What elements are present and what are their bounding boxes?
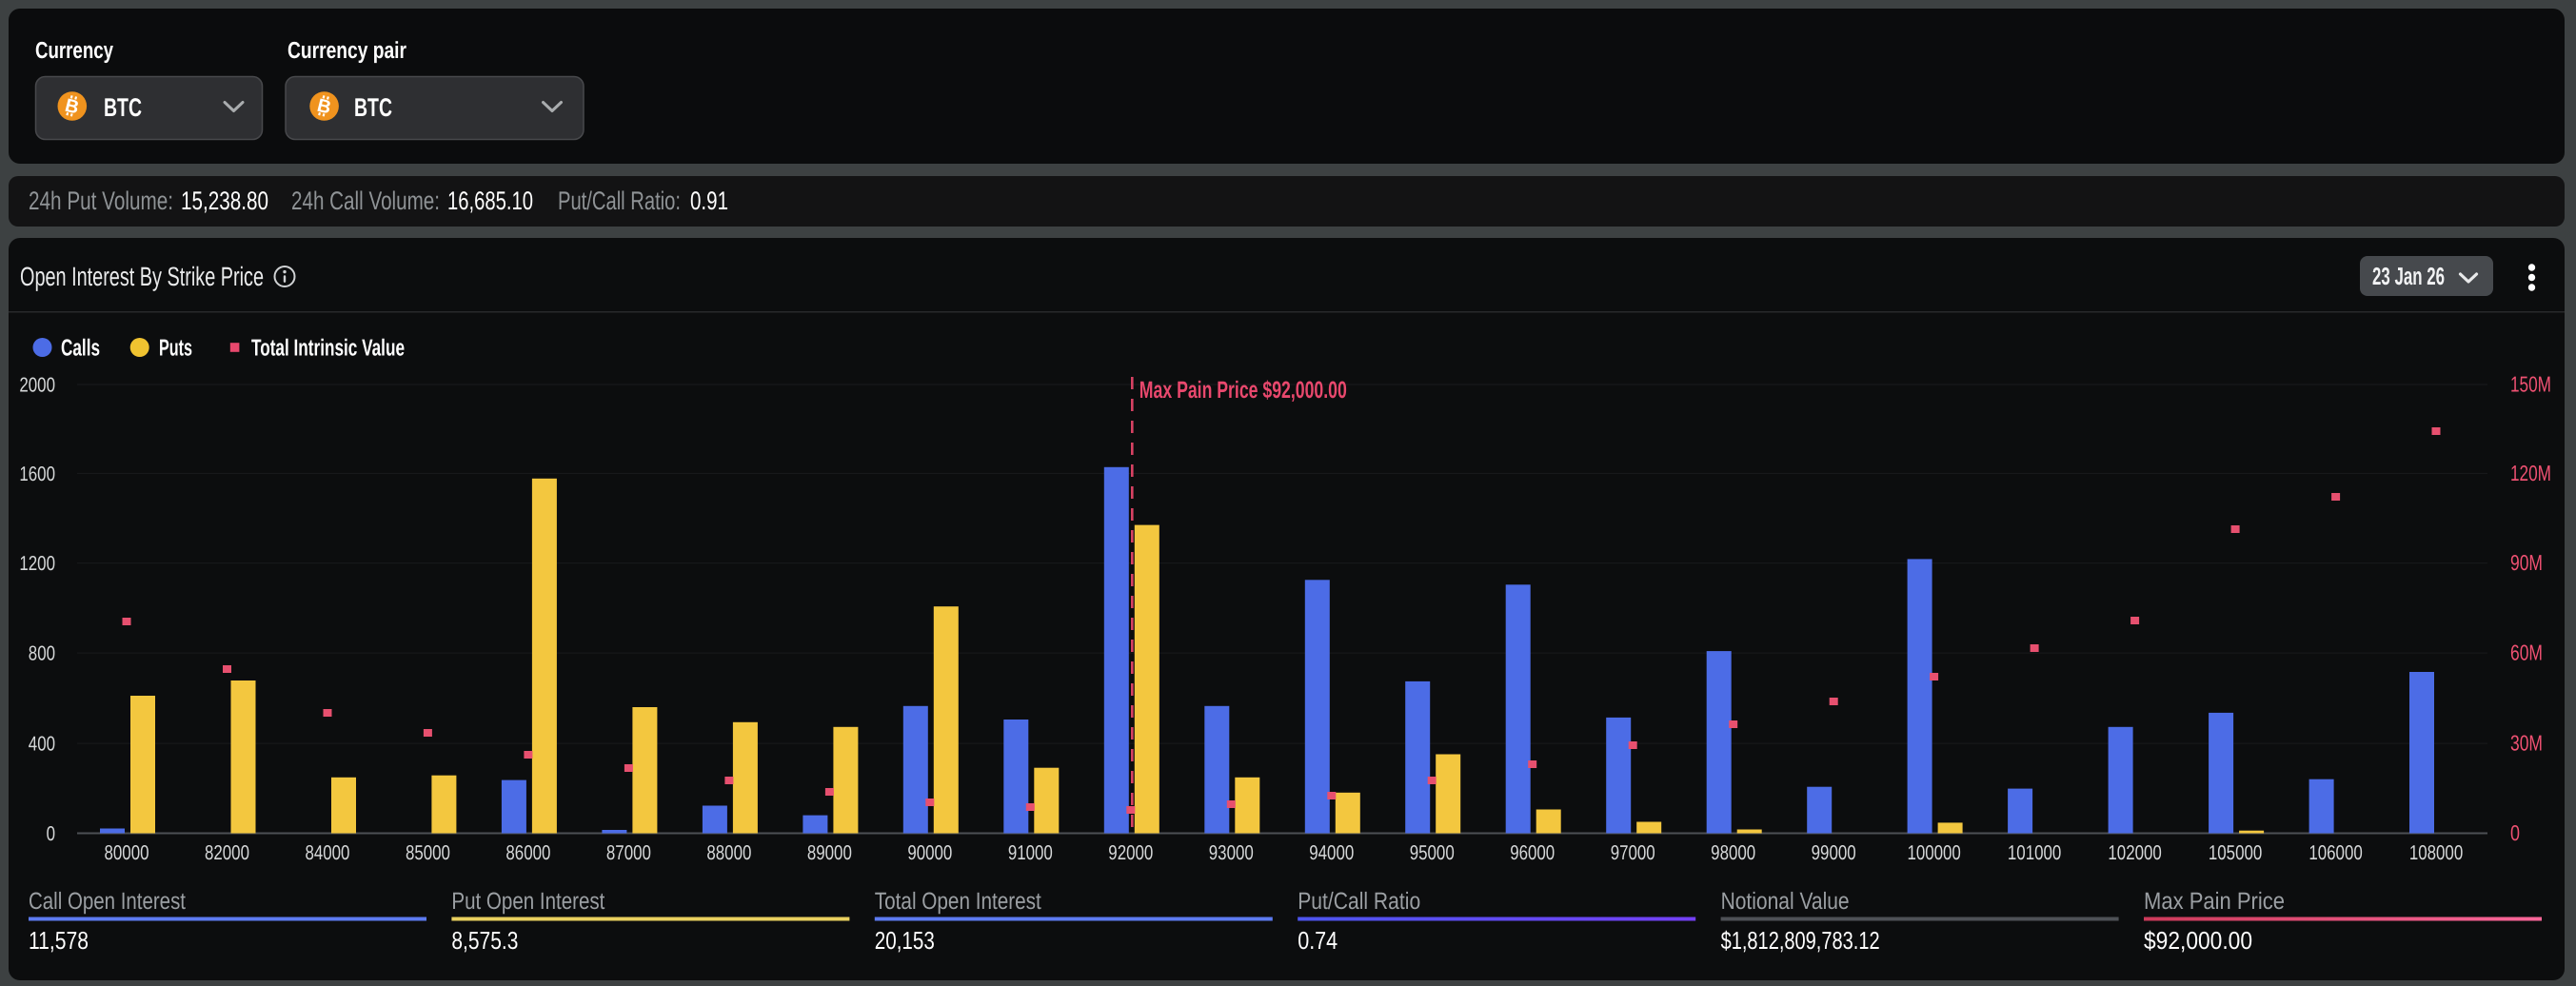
svg-text:Put/Call Ratio:: Put/Call Ratio: [558,187,681,215]
svg-text:91000: 91000 [1008,841,1053,864]
svg-text:90M: 90M [2510,550,2543,575]
svg-text:$92,000.00: $92,000.00 [2144,926,2252,955]
svg-text:$1,812,809,783.12: $1,812,809,783.12 [1721,926,1880,955]
svg-text:16,685.10: 16,685.10 [447,187,533,215]
svg-text:102000: 102000 [2108,841,2161,864]
svg-text:100000: 100000 [1907,841,1960,864]
svg-text:106000: 106000 [2308,841,2362,864]
svg-text:105000: 105000 [2209,841,2262,864]
svg-text:23 Jan 26: 23 Jan 26 [2372,262,2445,290]
svg-text:Call Open Interest: Call Open Interest [29,888,186,915]
svg-text:90000: 90000 [907,841,952,864]
svg-text:60M: 60M [2510,641,2543,665]
svg-text:82000: 82000 [205,841,249,864]
svg-text:24h Call Volume:: 24h Call Volume: [291,187,440,215]
svg-text:Currency: Currency [35,38,113,64]
svg-text:Notional Value: Notional Value [1721,888,1850,915]
svg-text:Put/Call Ratio: Put/Call Ratio [1298,888,1420,915]
svg-text:30M: 30M [2510,731,2543,756]
svg-text:Total Open Interest: Total Open Interest [875,888,1041,915]
svg-text:1200: 1200 [19,552,55,575]
svg-text:1600: 1600 [19,463,55,485]
svg-text:Open Interest By Strike Price: Open Interest By Strike Price [20,262,264,291]
svg-text:97000: 97000 [1611,841,1655,864]
svg-text:80000: 80000 [105,841,149,864]
svg-text:Currency pair: Currency pair [287,38,406,64]
svg-text:96000: 96000 [1510,841,1555,864]
svg-text:150M: 150M [2510,372,2551,397]
svg-text:Max Pain Price $92,000.00: Max Pain Price $92,000.00 [1139,377,1347,404]
svg-text:Put Open Interest: Put Open Interest [451,888,604,915]
svg-text:2000: 2000 [19,374,55,397]
svg-text:Total Intrinsic Value: Total Intrinsic Value [251,336,405,362]
svg-text:87000: 87000 [606,841,651,864]
svg-text:99000: 99000 [1812,841,1856,864]
svg-text:95000: 95000 [1410,841,1455,864]
svg-text:BTC: BTC [354,93,392,122]
svg-text:800: 800 [29,642,55,665]
svg-text:0: 0 [47,822,55,845]
svg-text:0.91: 0.91 [690,187,728,215]
svg-text:BTC: BTC [104,93,142,122]
svg-text:8,575.3: 8,575.3 [451,926,518,955]
svg-text:11,578: 11,578 [29,926,89,955]
svg-text:400: 400 [29,733,55,756]
svg-text:98000: 98000 [1711,841,1755,864]
svg-text:20,153: 20,153 [875,926,935,955]
svg-text:86000: 86000 [505,841,550,864]
svg-text:120M: 120M [2510,461,2551,485]
svg-text:Calls: Calls [61,336,100,362]
svg-text:88000: 88000 [706,841,751,864]
svg-text:15,238.80: 15,238.80 [181,187,268,215]
svg-text:93000: 93000 [1209,841,1254,864]
svg-text:92000: 92000 [1108,841,1153,864]
svg-text:24h Put Volume:: 24h Put Volume: [29,187,173,215]
svg-text:101000: 101000 [2008,841,2061,864]
svg-text:94000: 94000 [1309,841,1354,864]
svg-text:89000: 89000 [807,841,852,864]
svg-text:108000: 108000 [2409,841,2463,864]
svg-text:0.74: 0.74 [1298,926,1338,955]
svg-text:Max Pain Price: Max Pain Price [2144,888,2285,915]
svg-text:0: 0 [2510,820,2520,845]
svg-text:84000: 84000 [305,841,349,864]
svg-text:Puts: Puts [159,336,192,362]
svg-text:85000: 85000 [406,841,450,864]
